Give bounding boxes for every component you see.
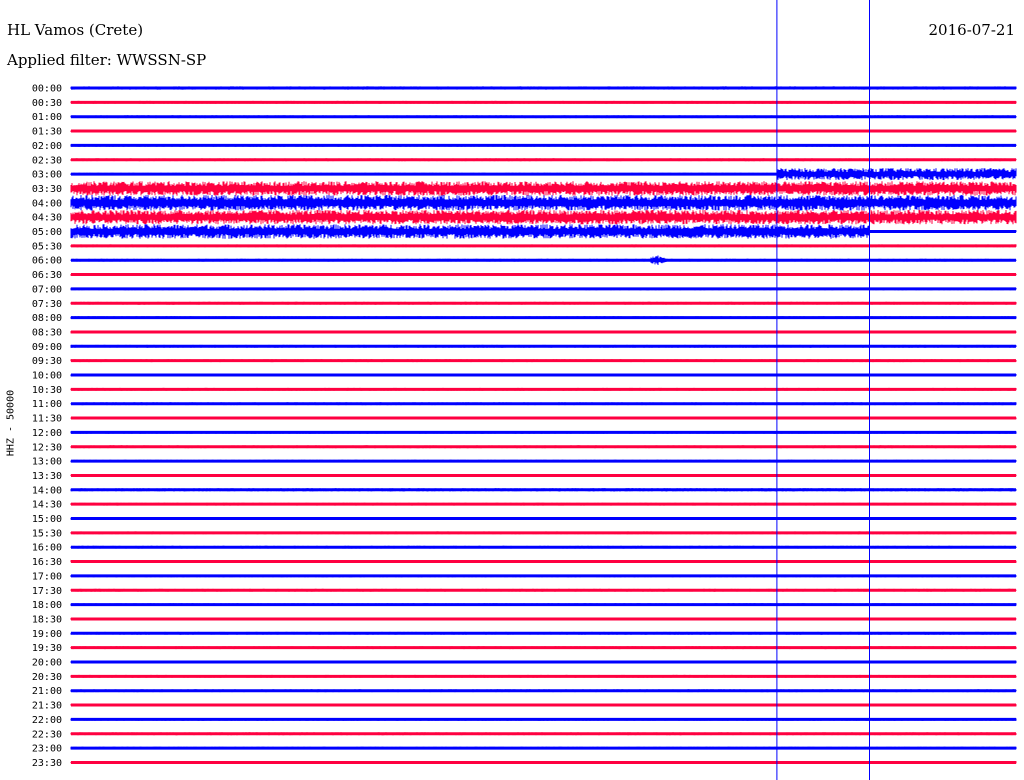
time-label: 04:00: [32, 198, 62, 209]
time-label: 01:30: [32, 127, 62, 138]
time-label: 20:00: [32, 658, 62, 669]
time-label: 05:30: [32, 241, 62, 252]
time-label: 00:30: [32, 98, 62, 109]
time-label: 14:00: [32, 485, 62, 496]
time-label: 10:30: [32, 385, 62, 396]
time-label: 03:00: [32, 170, 62, 181]
time-label: 02:00: [32, 141, 62, 152]
time-label: 21:30: [32, 701, 62, 712]
time-label: 10:00: [32, 371, 62, 382]
time-label: 22:00: [32, 715, 62, 726]
time-label: 22:30: [32, 729, 62, 740]
time-label: 17:00: [32, 571, 62, 582]
time-label: 01:00: [32, 112, 62, 123]
time-label: 23:00: [32, 744, 62, 755]
time-label: 05:00: [32, 227, 62, 238]
time-label: 13:00: [32, 457, 62, 468]
time-label: 07:30: [32, 299, 62, 310]
time-label: 08:00: [32, 313, 62, 324]
time-label: 08:30: [32, 327, 62, 338]
time-label: 02:30: [32, 155, 62, 166]
time-label: 19:30: [32, 643, 62, 654]
time-label: 17:30: [32, 586, 62, 597]
time-label: 11:00: [32, 399, 62, 410]
time-label: 00:00: [32, 84, 62, 95]
time-label: 18:30: [32, 614, 62, 625]
time-label: 19:00: [32, 629, 62, 640]
time-label: 16:00: [32, 543, 62, 554]
time-label: 04:30: [32, 213, 62, 224]
time-label: 13:30: [32, 471, 62, 482]
time-label: 21:00: [32, 686, 62, 697]
time-label: 09:30: [32, 356, 62, 367]
time-label: 20:30: [32, 672, 62, 683]
time-label: 15:30: [32, 528, 62, 539]
time-label: 18:00: [32, 600, 62, 611]
time-label: 09:00: [32, 342, 62, 353]
time-label: 15:00: [32, 514, 62, 525]
time-label: 11:30: [32, 414, 62, 425]
time-label: 06:30: [32, 270, 62, 281]
time-label: 12:00: [32, 428, 62, 439]
time-label: 06:00: [32, 256, 62, 267]
time-label: 12:30: [32, 442, 62, 453]
helicorder-plot: 00:00 00:30 01:00 01:30 02:00 02:30 03:00 03:30…: [32, 0, 1017, 780]
time-label: 14:30: [32, 500, 62, 511]
time-label: 07:00: [32, 284, 62, 295]
time-label: 03:30: [32, 184, 62, 195]
time-label: 23:30: [32, 758, 62, 769]
time-label: 16:30: [32, 557, 62, 568]
